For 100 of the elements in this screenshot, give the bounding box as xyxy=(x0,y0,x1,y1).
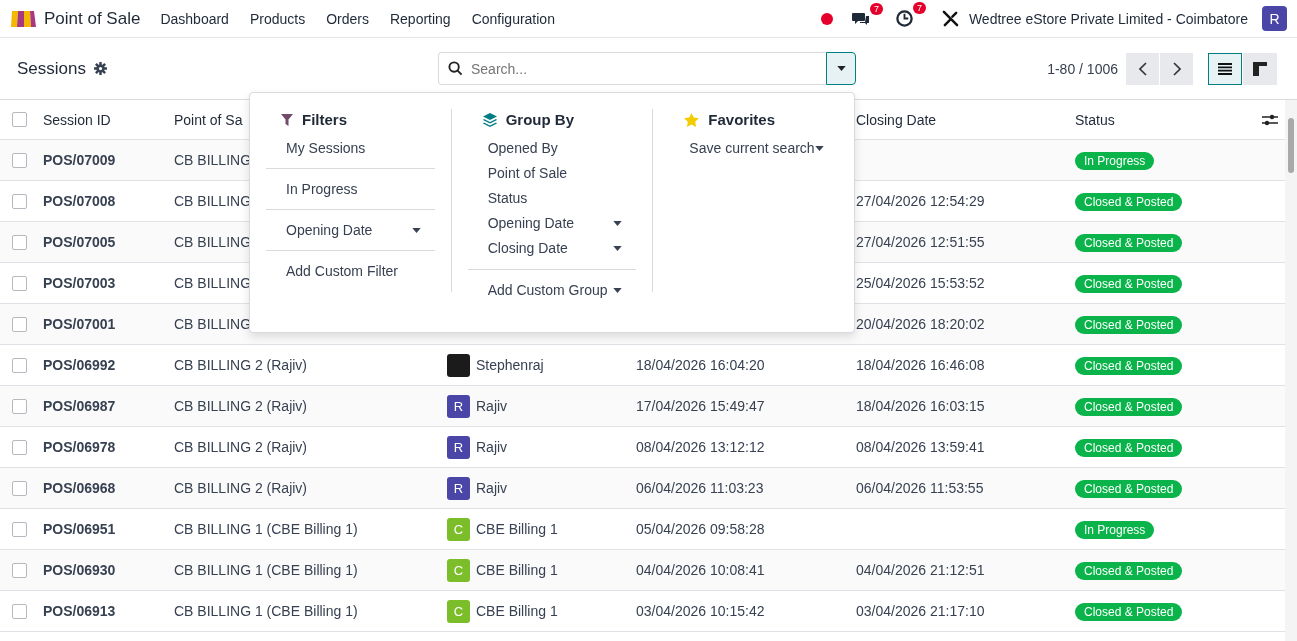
table-cell: 08/04/2026 13:12:12 xyxy=(636,439,765,455)
table-cell: Rajiv xyxy=(476,480,508,496)
row-checkbox[interactable] xyxy=(12,357,27,373)
status-badge: Closed & Posted xyxy=(1075,357,1183,375)
user-avatar: R xyxy=(447,476,470,500)
section-title: Group By xyxy=(505,111,574,128)
menu-item[interactable]: Products xyxy=(249,10,306,27)
column-header[interactable]: Session ID xyxy=(43,111,111,128)
star-icon xyxy=(684,112,700,127)
group-by-option[interactable]: Add Custom Group xyxy=(467,278,637,303)
table-cell: CB BILLING 1 (CBE Billing 1) xyxy=(174,562,358,578)
status-badge: Closed & Posted xyxy=(1075,275,1183,293)
pager-value[interactable]: 1-80 / 1006 xyxy=(1047,60,1118,77)
search-options-toggle[interactable] xyxy=(826,52,856,85)
table-cell: 17/04/2026 15:49:47 xyxy=(636,398,765,414)
caret-icon xyxy=(815,145,824,151)
column-header[interactable]: Point of Sa xyxy=(174,111,243,128)
kanban-view-button[interactable] xyxy=(1243,52,1277,85)
avatar-image xyxy=(447,353,470,377)
table-cell: CB BILLING xyxy=(174,152,252,168)
table-cell: POS/06978 xyxy=(43,439,116,455)
status-badge: Closed & Posted xyxy=(1075,316,1183,334)
group-by-option[interactable]: Opened By xyxy=(467,136,637,161)
search-icon xyxy=(448,61,463,76)
row-checkbox[interactable] xyxy=(12,439,27,455)
select-all-checkbox[interactable] xyxy=(12,112,27,127)
table-cell: 25/04/2026 15:53:52 xyxy=(856,275,985,291)
table-cell: POS/06987 xyxy=(43,398,116,414)
status-badge: Closed & Posted xyxy=(1075,398,1183,416)
table-cell: CB BILLING 2 (Rajiv) xyxy=(174,480,308,496)
filter-option[interactable]: My Sessions xyxy=(266,136,435,160)
row-checkbox[interactable] xyxy=(12,480,27,496)
row-checkbox[interactable] xyxy=(12,193,27,209)
status-dot-icon[interactable] xyxy=(820,12,833,25)
row-checkbox[interactable] xyxy=(12,275,27,291)
menu-item[interactable]: Configuration xyxy=(471,10,555,27)
section-title: Favorites xyxy=(708,111,776,128)
filter-option[interactable]: Opening Date xyxy=(266,218,435,242)
group-by-option[interactable]: Point of Sale xyxy=(467,161,637,186)
settings-icon[interactable] xyxy=(94,62,107,75)
list-view-button[interactable] xyxy=(1208,52,1242,85)
clock-icon[interactable] xyxy=(894,9,914,28)
filter-icon xyxy=(281,113,293,126)
menu-item[interactable]: Orders xyxy=(326,10,369,27)
table-cell: 06/04/2026 11:03:23 xyxy=(636,480,764,496)
column-header[interactable]: Status xyxy=(1075,111,1115,128)
status-badge: Closed & Posted xyxy=(1075,439,1183,457)
row-checkbox[interactable] xyxy=(12,152,27,168)
app-name[interactable]: Point of Sale xyxy=(44,8,141,29)
notification-badge: 7 xyxy=(912,2,926,14)
table-cell: 05/04/2026 09:58:28 xyxy=(636,521,765,537)
filter-option[interactable]: Add Custom Filter xyxy=(266,259,435,283)
group-by-option[interactable]: Status xyxy=(467,186,637,211)
table-cell: 18/04/2026 16:03:15 xyxy=(856,398,985,414)
caret-icon xyxy=(613,287,623,293)
table-cell: POS/07001 xyxy=(43,316,116,332)
table-cell: 03/04/2026 21:17:10 xyxy=(856,603,985,619)
table-cell: POS/07003 xyxy=(43,275,116,291)
user-avatar: R xyxy=(447,435,470,459)
column-settings-icon[interactable] xyxy=(1262,112,1278,127)
row-checkbox[interactable] xyxy=(12,562,27,578)
user-avatar: C xyxy=(447,599,470,623)
app-logo-icon[interactable] xyxy=(10,8,36,29)
table-cell: POS/06968 xyxy=(43,480,116,496)
table-cell: 18/04/2026 16:46:08 xyxy=(856,357,985,373)
company-name[interactable]: Wedtree eStore Private Limited - Coimbatore xyxy=(968,10,1248,27)
status-badge: In Progress xyxy=(1075,521,1155,539)
table-cell: 04/04/2026 10:08:41 xyxy=(636,562,765,578)
user-avatar[interactable]: R xyxy=(1262,6,1287,31)
user-avatar: R xyxy=(447,394,470,418)
favorite-option[interactable]: Save current search xyxy=(669,136,838,160)
status-badge: Closed & Posted xyxy=(1075,193,1183,211)
caret-icon xyxy=(613,245,623,251)
table-cell: POS/06992 xyxy=(43,357,116,373)
row-checkbox[interactable] xyxy=(12,603,27,619)
table-cell: CB BILLING xyxy=(174,234,252,250)
column-header[interactable]: Closing Date xyxy=(856,111,937,128)
row-checkbox[interactable] xyxy=(12,316,27,332)
row-checkbox[interactable] xyxy=(12,398,27,414)
table-cell: POS/07009 xyxy=(43,152,116,168)
group-by-option[interactable]: Opening Date xyxy=(467,211,637,236)
group-by-option[interactable]: Closing Date xyxy=(467,236,637,261)
table-cell: POS/06930 xyxy=(43,562,116,578)
menu-item[interactable]: Dashboard xyxy=(160,10,229,27)
table-cell: 27/04/2026 12:54:29 xyxy=(856,193,985,209)
filter-option[interactable]: In Progress xyxy=(266,177,435,201)
menu-item[interactable]: Reporting xyxy=(389,10,451,27)
table-cell: 20/04/2026 18:20:02 xyxy=(856,316,985,332)
table-cell: Stephenraj xyxy=(476,357,544,373)
previous-page-button[interactable] xyxy=(1126,52,1159,85)
search-field[interactable]: Search... xyxy=(438,52,826,85)
page-title: Sessions xyxy=(17,58,86,79)
section-title: Filters xyxy=(302,111,347,128)
next-page-button[interactable] xyxy=(1160,52,1193,85)
user-avatar: C xyxy=(447,558,470,582)
scrollbar[interactable] xyxy=(1285,100,1297,641)
row-checkbox[interactable] xyxy=(12,234,27,250)
row-checkbox[interactable] xyxy=(12,521,27,537)
table-cell: CBE Billing 1 xyxy=(476,521,558,537)
layers-icon xyxy=(482,112,497,127)
